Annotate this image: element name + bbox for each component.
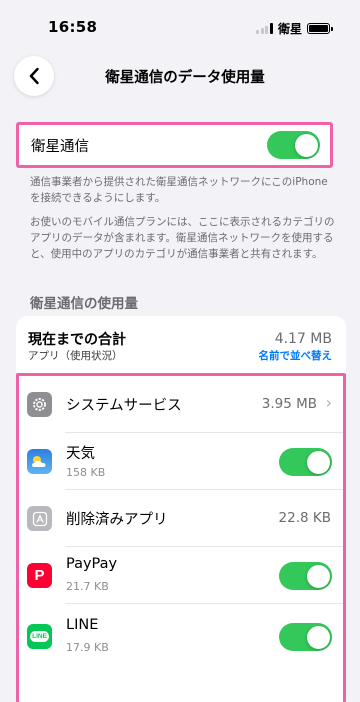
line-icon-glyph: LINE [30,631,49,642]
app-store-icon [27,506,52,531]
app-name: LINE [66,617,99,633]
paypay-icon: P [27,563,52,588]
usage-section-title: 衛星通信の使用量 [30,296,138,312]
satellite-setting-row: 衛星通信 [16,122,333,168]
line-icon: LINE [27,624,52,649]
satellite-label: 衛星通信 [31,138,89,155]
list-item-deleted-apps: 削除済みアプリ 22.8 KB [19,490,343,547]
signal-icon [256,23,273,34]
sort-by-name-link[interactable]: 名前で並べ替え [259,348,333,363]
usage-card: 現在までの合計 4.17 MB アプリ（使用状況） 名前で並べ替え システムサー… [16,316,346,702]
app-name: 天気 [66,446,95,462]
app-usage-value: 3.95 MB [261,396,317,412]
chevron-right-icon: › [325,393,332,412]
paypay-icon-glyph: P [34,567,45,584]
total-label: 現在までの合計 [28,332,126,348]
weather-toggle[interactable] [279,448,332,476]
weather-icon [27,449,52,474]
status-bar: 16:58 衛星 [0,0,360,56]
app-name: システムサービス [66,398,182,414]
status-time: 16:58 [48,18,98,36]
app-name: 削除済みアプリ [66,512,168,528]
list-item-weather: 天気 158 KB [19,433,343,490]
line-toggle[interactable] [279,623,332,651]
paypay-toggle[interactable] [279,562,332,590]
apps-header-label: アプリ（使用状況） [28,350,123,362]
page-title: 衛星通信のデータ使用量 [105,70,265,86]
battery-icon [307,23,333,34]
app-usage-value: 22.8 KB [278,510,331,526]
app-name: PayPay [66,556,118,572]
apps-list: システムサービス 3.95 MB › 天気 158 KB 削除済みアプリ 22.… [16,373,346,702]
satellite-toggle[interactable] [267,131,320,159]
gear-icon [27,392,52,417]
status-indicators: 衛星 [256,20,333,37]
list-item-paypay: P PayPay 21.7 KB [19,547,343,604]
app-usage-size: 158 KB [66,466,106,479]
list-item-line: LINE LINE 17.9 KB [19,604,343,661]
description-connect: 通信事業者から提供された衛星通信ネットワークにこのiPhoneを接続できるように… [30,176,328,204]
carrier-label: 衛星 [277,22,302,36]
list-item-system-services[interactable]: システムサービス 3.95 MB › [19,376,343,433]
total-value: 4.17 MB [274,331,332,347]
app-usage-size: 21.7 KB [66,580,109,593]
description-plan: お使いのモバイル通信プランには、ここに表示されるカテゴリのアプリのデータが含まれ… [30,216,335,260]
app-usage-size: 17.9 KB [66,641,109,654]
